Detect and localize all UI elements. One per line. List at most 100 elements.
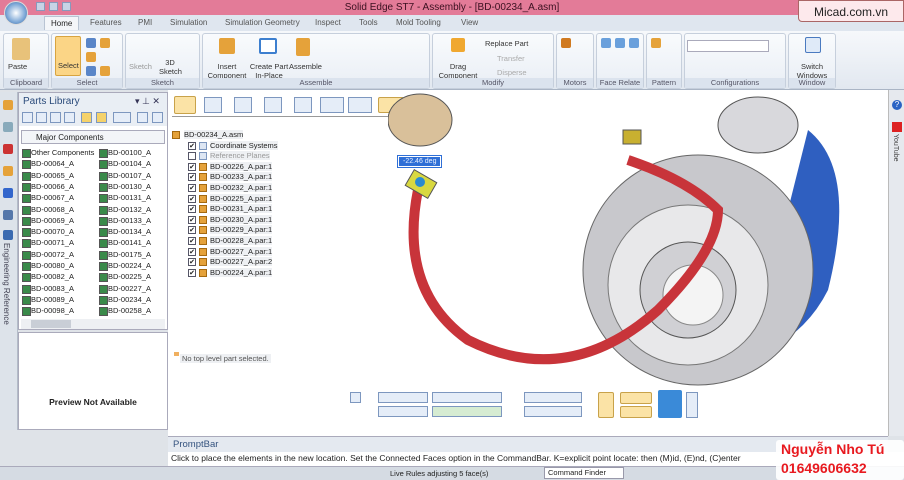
parts-list-item[interactable]: BD-00258_A bbox=[99, 305, 151, 317]
toolbar-button[interactable] bbox=[234, 97, 252, 113]
display-tools[interactable] bbox=[524, 392, 582, 403]
parts-library-tab-icon[interactable] bbox=[3, 100, 13, 110]
tab-simulation[interactable]: Simulation bbox=[170, 18, 207, 27]
paste-button[interactable]: Paste bbox=[8, 62, 27, 71]
tree-item[interactable]: ✔ BD-00232_A.par:1 bbox=[188, 183, 273, 194]
toolbar-button[interactable] bbox=[204, 97, 222, 113]
parts-list-item[interactable]: BD-00069_A bbox=[22, 215, 74, 226]
visibility-checkbox[interactable]: ✔ bbox=[188, 258, 196, 267]
save-icon[interactable] bbox=[36, 2, 45, 11]
view-toggle[interactable] bbox=[686, 392, 698, 418]
pathfinder-tab[interactable] bbox=[174, 96, 196, 114]
back-icon[interactable] bbox=[50, 112, 61, 123]
tree-item[interactable]: Reference Planes bbox=[188, 151, 270, 162]
tree-item[interactable]: ✔ BD-00228_A.par:1 bbox=[188, 236, 273, 247]
tab-features[interactable]: Features bbox=[90, 18, 122, 27]
parts-list-item[interactable]: BD-00066_A bbox=[22, 181, 74, 192]
configuration-dropdown[interactable] bbox=[687, 40, 769, 52]
view-tools[interactable] bbox=[378, 392, 428, 403]
tab-icon[interactable] bbox=[3, 122, 13, 132]
undo-icon[interactable] bbox=[49, 2, 58, 11]
visibility-checkbox[interactable]: ✔ bbox=[188, 237, 196, 245]
tree-item[interactable]: ✔ Coordinate Systems bbox=[188, 140, 278, 152]
visibility-checkbox[interactable] bbox=[188, 152, 196, 161]
parts-list-item[interactable]: BD-00224_A bbox=[99, 260, 151, 271]
parts-list-item[interactable]: BD-00141_A bbox=[99, 237, 151, 249]
replace-part-button[interactable]: Replace Part bbox=[485, 39, 528, 48]
tab-home[interactable]: Home bbox=[44, 16, 80, 30]
disperse-button[interactable]: Disperse bbox=[497, 68, 527, 77]
parts-list-item[interactable]: BD-00065_A bbox=[22, 170, 74, 181]
tree-item[interactable]: ✔ BD-00224_A.par:1 bbox=[188, 267, 273, 279]
tab-icon[interactable] bbox=[3, 166, 13, 176]
view-orientation-tools[interactable] bbox=[432, 406, 502, 417]
tab-tools[interactable]: Tools bbox=[359, 18, 378, 27]
select-tool-icon[interactable] bbox=[100, 66, 110, 76]
visibility-checkbox[interactable]: ✔ bbox=[188, 173, 196, 182]
tab-inspect[interactable]: Inspect bbox=[315, 18, 341, 27]
tree-root[interactable]: BD-00234_A.asm bbox=[172, 130, 244, 141]
pattern-icon[interactable] bbox=[651, 38, 661, 48]
style-button[interactable] bbox=[598, 392, 614, 418]
visibility-checkbox[interactable]: ✔ bbox=[188, 268, 196, 277]
visibility-checkbox[interactable]: ✔ bbox=[188, 205, 196, 214]
home-icon[interactable] bbox=[36, 112, 47, 123]
engineering-reference-tab[interactable]: Engineering Reference bbox=[2, 243, 11, 325]
graphics-window[interactable]: -22.46 deg BD-00234_A.asm ✔ Coordinate Sy… bbox=[168, 90, 888, 436]
part-select-icon[interactable] bbox=[100, 38, 110, 48]
visibility-checkbox[interactable]: ✔ bbox=[188, 184, 196, 192]
folder-up-icon[interactable] bbox=[81, 112, 92, 123]
tab-mold-tooling[interactable]: Mold Tooling bbox=[396, 18, 441, 27]
view-icon[interactable] bbox=[22, 112, 33, 123]
select-tool-icon[interactable] bbox=[86, 52, 96, 62]
angle-readout[interactable]: -22.46 deg bbox=[396, 155, 443, 168]
tree-item[interactable]: ✔ BD-00227_A.par:1 bbox=[188, 246, 273, 258]
3d-sketch-button[interactable]: 3D Sketch bbox=[159, 58, 182, 76]
parts-list-item[interactable]: BD-00071_A bbox=[22, 237, 74, 249]
toolbar-dropdown[interactable] bbox=[348, 97, 372, 113]
parts-list-item[interactable]: BD-00098_A bbox=[22, 305, 74, 317]
tree-item[interactable]: ✔ BD-00233_A.par:1 bbox=[188, 172, 273, 183]
sketch-button[interactable]: Sketch bbox=[129, 62, 152, 71]
parts-list-item[interactable]: BD-00089_A bbox=[22, 294, 74, 305]
visibility-checkbox[interactable]: ✔ bbox=[188, 247, 196, 256]
tab-icon[interactable] bbox=[3, 188, 13, 198]
view-orientation-tools[interactable] bbox=[432, 392, 502, 403]
parts-list-item[interactable]: BD-00175_A bbox=[99, 249, 151, 260]
search-icon[interactable] bbox=[152, 112, 163, 123]
select-button[interactable]: Select bbox=[55, 36, 81, 76]
visibility-checkbox[interactable]: ✔ bbox=[188, 226, 196, 235]
parts-list-item[interactable]: BD-00104_A bbox=[99, 158, 151, 170]
filter-icon[interactable] bbox=[86, 38, 96, 48]
toolbar-button[interactable] bbox=[294, 97, 312, 113]
zoom-button[interactable] bbox=[658, 390, 682, 418]
parts-list-item[interactable]: BD-00227_A bbox=[99, 283, 151, 294]
parts-list-item[interactable]: Other Components bbox=[22, 147, 94, 158]
parts-list-item[interactable]: BD-00070_A bbox=[22, 226, 74, 238]
style-button[interactable] bbox=[620, 392, 652, 404]
help-icon[interactable]: ? bbox=[892, 100, 902, 110]
redo-icon[interactable] bbox=[62, 2, 71, 11]
display-tools[interactable] bbox=[524, 406, 582, 417]
tab-simulation-geometry[interactable]: Simulation Geometry bbox=[225, 18, 300, 27]
parts-list-item[interactable]: BD-00234_A bbox=[99, 294, 151, 305]
toolbar-button[interactable] bbox=[264, 97, 282, 113]
tree-item[interactable]: ✔ BD-00230_A.par:1 bbox=[188, 214, 273, 226]
properties-icon[interactable] bbox=[137, 112, 148, 123]
folder-dropdown[interactable]: Major Components bbox=[21, 130, 165, 144]
motor-icon[interactable] bbox=[561, 38, 571, 48]
tab-icon[interactable] bbox=[3, 210, 13, 220]
visibility-checkbox[interactable]: ✔ bbox=[188, 162, 196, 171]
tab-view[interactable]: View bbox=[461, 18, 478, 27]
parts-list-item[interactable]: BD-00107_A bbox=[99, 170, 151, 181]
tree-item[interactable]: ✔ BD-00225_A.par:1 bbox=[188, 193, 273, 205]
visibility-checkbox[interactable]: ✔ bbox=[188, 141, 196, 150]
parts-list-item[interactable]: BD-00082_A bbox=[22, 271, 74, 283]
forward-icon[interactable] bbox=[64, 112, 75, 123]
parts-list-item[interactable]: BD-00083_A bbox=[22, 283, 74, 294]
transfer-button[interactable]: Transfer bbox=[497, 54, 525, 63]
tab-icon[interactable] bbox=[3, 144, 13, 154]
engineering-reference-icon[interactable] bbox=[3, 230, 13, 240]
face-relate-icon[interactable] bbox=[615, 38, 625, 48]
view-tools[interactable] bbox=[378, 406, 428, 417]
